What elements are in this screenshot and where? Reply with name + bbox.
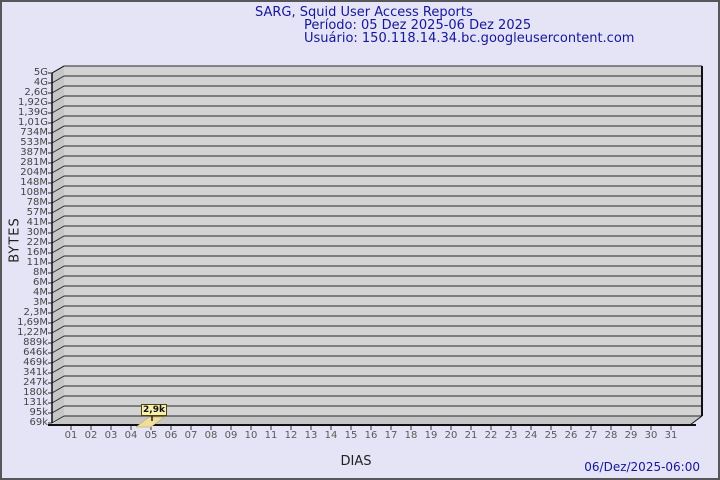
y-tick-label: 2,3M	[23, 306, 48, 318]
plot-frame	[48, 65, 703, 430]
y-tick-label: 1,92G	[17, 96, 48, 108]
y-tick-label: 148M	[20, 176, 48, 188]
y-tick-label: 4M	[33, 286, 48, 298]
y-tick-label: 3M	[33, 296, 48, 308]
y-tick-label: 69k	[29, 416, 48, 428]
y-tick-label: 387M	[20, 146, 48, 158]
generation-timestamp: 06/Dez/2025-06:00	[584, 460, 700, 474]
y-tick-label: 6M	[33, 276, 48, 288]
y-tick-label: 57M	[26, 206, 48, 218]
y-tick-label: 8M	[33, 266, 48, 278]
y-tick-label: 646k	[23, 346, 48, 358]
plot-area	[64, 66, 702, 416]
y-tick-label: 204M	[20, 166, 48, 178]
y-tick-label: 1,22M	[17, 326, 48, 338]
y-tick-label: 247k	[23, 376, 48, 388]
y-tick-label: 78M	[26, 196, 48, 208]
sarg-report-chart: SARG, Squid User Access Reports Período:…	[0, 0, 720, 480]
y-tick-label: 108M	[20, 186, 48, 198]
y-tick-label: 180k	[23, 386, 48, 398]
y-axis-title: BYTES	[7, 217, 23, 263]
y-tick-label: 131k	[23, 396, 48, 408]
y-tick-label: 1,69M	[17, 316, 48, 328]
x-tick-label: 31	[664, 430, 678, 441]
y-tick-label: 1,01G	[17, 116, 48, 128]
y-tick-label: 734M	[20, 126, 48, 138]
y-tick-label: 95k	[29, 406, 48, 418]
x-axis-title: DIAS	[340, 454, 372, 469]
y-tick-label: 1,39G	[17, 106, 48, 118]
y-tick-label: 469k	[23, 356, 48, 368]
y-tick-label: 2,6G	[24, 86, 48, 98]
y-tick-label: 281M	[20, 156, 48, 168]
y-tick-label: 5G	[33, 66, 48, 78]
y-tick-label: 889k	[23, 336, 48, 348]
y-tick-label: 4G	[33, 76, 48, 88]
bar-value-tooltip: 2,9k	[141, 404, 167, 416]
y-tick-label: 533M	[20, 136, 48, 148]
y-tick-label: 341k	[23, 366, 48, 378]
